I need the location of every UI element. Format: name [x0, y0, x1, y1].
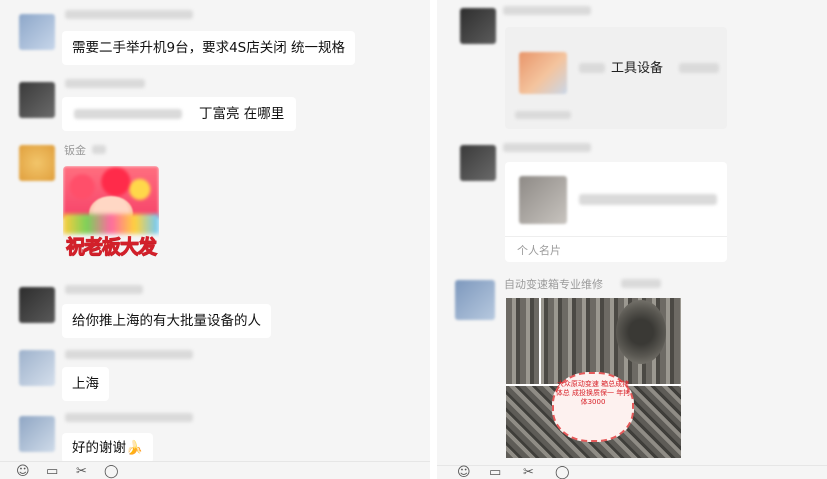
sender-name-blurred	[503, 143, 591, 152]
link-card-title: 工具设备	[611, 61, 664, 76]
message-bubble[interactable]: 给你推上海的有大批量设备的人	[62, 304, 271, 338]
avatar[interactable]	[455, 280, 495, 320]
sender-name-blurred	[65, 350, 193, 359]
chat-pane-left: 需要二手举升机9台，要求4S店关闭 统一规格 丁富亮 在哪里 钣金 祝老板大发 …	[0, 0, 430, 479]
sticker-image[interactable]: 祝老板大发	[63, 166, 159, 262]
avatar[interactable]	[460, 145, 496, 181]
redacted-text	[579, 63, 605, 73]
contact-card-footer: 个人名片	[517, 244, 561, 257]
avatar[interactable]	[19, 416, 55, 452]
sender-name-blurred	[621, 279, 661, 288]
sender-name-blurred	[92, 145, 106, 154]
avatar[interactable]	[460, 8, 496, 44]
emoji-icon[interactable]: ☺	[16, 465, 30, 479]
photo-caption-cloud: 大众原动变速 箱总成拷体总 成投换质保一 年拷体3000	[552, 372, 634, 442]
sender-name-blurred	[65, 10, 193, 19]
contact-avatar	[519, 176, 567, 224]
chat-icon[interactable]: ◯	[555, 466, 570, 479]
folder-icon[interactable]: ▭	[489, 466, 501, 479]
contact-card[interactable]: 个人名片	[505, 162, 727, 262]
sender-name: 钣金	[64, 144, 86, 157]
folder-icon[interactable]: ▭	[46, 465, 58, 479]
sender-name-blurred	[65, 285, 143, 294]
message-bubble[interactable]: 上海	[62, 367, 109, 401]
link-card-thumbnail	[519, 52, 567, 94]
shared-photo[interactable]: 大众原动变速 箱总成拷体总 成投换质保一 年拷体3000	[506, 298, 681, 458]
redacted-text	[579, 194, 717, 205]
redacted-text	[74, 109, 182, 119]
avatar[interactable]	[19, 145, 55, 181]
sender-name-blurred	[65, 79, 145, 88]
scissors-icon[interactable]: ✂	[523, 466, 534, 479]
link-card[interactable]: 工具设备	[505, 27, 727, 129]
message-bubble[interactable]: 好的谢谢🍌	[62, 433, 153, 463]
redacted-text	[515, 111, 571, 119]
input-toolbar: ☺ ▭ ✂ ◯	[0, 461, 430, 479]
avatar[interactable]	[19, 287, 55, 323]
message-bubble[interactable]: 丁富亮 在哪里	[62, 97, 296, 131]
pane-divider	[430, 0, 437, 479]
input-toolbar: ☺ ▭ ✂ ◯	[437, 465, 827, 479]
sticker-flowers	[63, 214, 159, 234]
avatar[interactable]	[19, 82, 55, 118]
sender-name-blurred	[65, 413, 193, 422]
avatar[interactable]	[19, 14, 55, 50]
photo-separator	[539, 298, 541, 384]
card-divider	[505, 236, 727, 237]
redacted-text	[679, 63, 719, 73]
sticker-text: 祝老板大发	[65, 236, 157, 259]
message-text: 丁富亮 在哪里	[199, 106, 285, 122]
sender-name-blurred	[503, 6, 591, 15]
scissors-icon[interactable]: ✂	[76, 465, 87, 479]
chat-icon[interactable]: ◯	[104, 465, 119, 479]
sender-name: 自动变速箱专业维修	[504, 278, 603, 291]
emoji-icon[interactable]: ☺	[457, 466, 471, 479]
avatar[interactable]	[19, 350, 55, 386]
message-bubble[interactable]: 需要二手举升机9台，要求4S店关闭 统一规格	[62, 31, 356, 65]
